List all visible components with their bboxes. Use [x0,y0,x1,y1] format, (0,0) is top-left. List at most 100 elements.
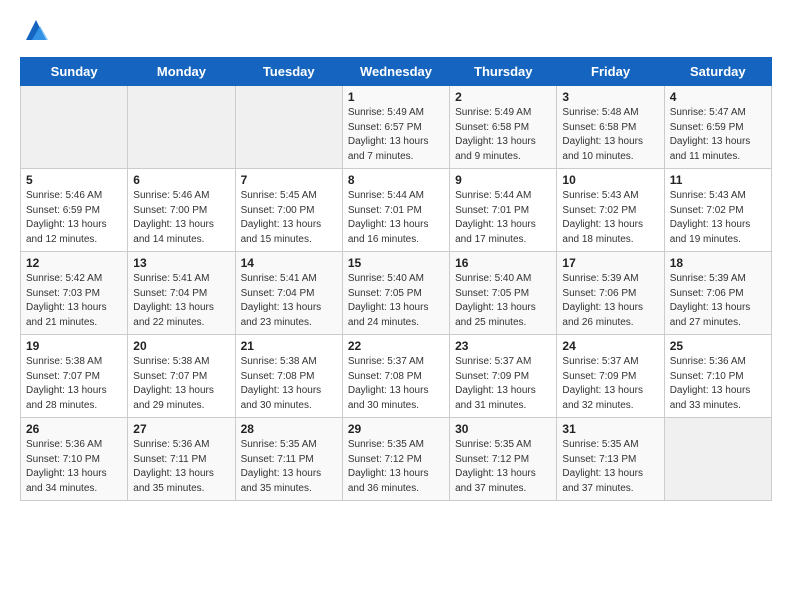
day-info: Sunrise: 5:47 AM Sunset: 6:59 PM Dayligh… [670,106,766,164]
logo-icon [22,16,50,44]
calendar-cell: 15 Sunrise: 5:40 AM Sunset: 7:05 PM Dayli… [342,252,449,335]
day-info: Sunrise: 5:37 AM Sunset: 7:09 PM Dayligh… [455,355,551,413]
calendar-cell: 11 Sunrise: 5:43 AM Sunset: 7:02 PM Dayli… [664,169,771,252]
calendar-cell: 5Sunrise: 5:46 AM Sunset: 6:59 PM Daylig… [21,169,128,252]
calendar-cell: 21 Sunrise: 5:38 AM Sunset: 7:08 PM Dayli… [235,335,342,418]
day-info: Sunrise: 5:49 AM Sunset: 6:58 PM Dayligh… [455,106,551,164]
calendar-cell: 30Sunrise: 5:35 AM Sunset: 7:12 PM Dayli… [450,418,557,501]
weekday-header-saturday: Saturday [664,58,771,86]
weekday-header-monday: Monday [128,58,235,86]
day-number: 25 [670,339,766,353]
day-info: Sunrise: 5:39 AM Sunset: 7:06 PM Dayligh… [670,272,766,330]
calendar-cell: 9Sunrise: 5:44 AM Sunset: 7:01 PM Daylig… [450,169,557,252]
day-info: Sunrise: 5:39 AM Sunset: 7:06 PM Dayligh… [562,272,658,330]
calendar-cell [664,418,771,501]
day-info: Sunrise: 5:44 AM Sunset: 7:01 PM Dayligh… [348,189,444,247]
calendar-cell: 4 Sunrise: 5:47 AM Sunset: 6:59 PM Daylig… [664,86,771,169]
day-number: 22 [348,339,444,353]
day-info: Sunrise: 5:38 AM Sunset: 7:07 PM Dayligh… [26,355,122,413]
day-number: 1 [348,90,444,104]
day-number: 13 [133,256,229,270]
day-info: Sunrise: 5:42 AM Sunset: 7:03 PM Dayligh… [26,272,122,330]
day-number: 19 [26,339,122,353]
calendar-cell [235,86,342,169]
day-info: Sunrise: 5:46 AM Sunset: 7:00 PM Dayligh… [133,189,229,247]
day-info: Sunrise: 5:41 AM Sunset: 7:04 PM Dayligh… [241,272,337,330]
day-info: Sunrise: 5:41 AM Sunset: 7:04 PM Dayligh… [133,272,229,330]
day-number: 15 [348,256,444,270]
day-info: Sunrise: 5:48 AM Sunset: 6:58 PM Dayligh… [562,106,658,164]
calendar-cell [128,86,235,169]
day-info: Sunrise: 5:49 AM Sunset: 6:57 PM Dayligh… [348,106,444,164]
day-number: 7 [241,173,337,187]
day-info: Sunrise: 5:38 AM Sunset: 7:08 PM Dayligh… [241,355,337,413]
calendar-cell: 1 Sunrise: 5:49 AM Sunset: 6:57 PM Daylig… [342,86,449,169]
calendar-cell: 18 Sunrise: 5:39 AM Sunset: 7:06 PM Dayli… [664,252,771,335]
weekday-header-tuesday: Tuesday [235,58,342,86]
calendar-cell: 12 Sunrise: 5:42 AM Sunset: 7:03 PM Dayli… [21,252,128,335]
day-number: 11 [670,173,766,187]
day-number: 18 [670,256,766,270]
header [20,16,772,49]
weekday-header-row: SundayMondayTuesdayWednesdayThursdayFrid… [21,58,772,86]
day-info: Sunrise: 5:36 AM Sunset: 7:10 PM Dayligh… [26,438,122,496]
day-info: Sunrise: 5:35 AM Sunset: 7:11 PM Dayligh… [241,438,337,496]
day-info: Sunrise: 5:43 AM Sunset: 7:02 PM Dayligh… [562,189,658,247]
day-info: Sunrise: 5:43 AM Sunset: 7:02 PM Dayligh… [670,189,766,247]
day-number: 21 [241,339,337,353]
logo [20,16,50,49]
calendar-cell: 19 Sunrise: 5:38 AM Sunset: 7:07 PM Dayli… [21,335,128,418]
day-number: 23 [455,339,551,353]
day-info: Sunrise: 5:46 AM Sunset: 6:59 PM Dayligh… [26,189,122,247]
calendar-cell: 24 Sunrise: 5:37 AM Sunset: 7:09 PM Dayli… [557,335,664,418]
calendar-cell: 17 Sunrise: 5:39 AM Sunset: 7:06 PM Dayli… [557,252,664,335]
day-info: Sunrise: 5:37 AM Sunset: 7:09 PM Dayligh… [562,355,658,413]
calendar-cell: 29Sunrise: 5:35 AM Sunset: 7:12 PM Dayli… [342,418,449,501]
day-info: Sunrise: 5:38 AM Sunset: 7:07 PM Dayligh… [133,355,229,413]
calendar-cell: 22 Sunrise: 5:37 AM Sunset: 7:08 PM Dayli… [342,335,449,418]
day-info: Sunrise: 5:36 AM Sunset: 7:10 PM Dayligh… [670,355,766,413]
calendar-cell: 10 Sunrise: 5:43 AM Sunset: 7:02 PM Dayli… [557,169,664,252]
day-number: 28 [241,422,337,436]
calendar-cell: 13 Sunrise: 5:41 AM Sunset: 7:04 PM Dayli… [128,252,235,335]
day-number: 27 [133,422,229,436]
weekday-header-thursday: Thursday [450,58,557,86]
day-info: Sunrise: 5:35 AM Sunset: 7:12 PM Dayligh… [455,438,551,496]
day-number: 31 [562,422,658,436]
day-info: Sunrise: 5:37 AM Sunset: 7:08 PM Dayligh… [348,355,444,413]
week-row-3: 12 Sunrise: 5:42 AM Sunset: 7:03 PM Dayli… [21,252,772,335]
day-number: 24 [562,339,658,353]
day-info: Sunrise: 5:40 AM Sunset: 7:05 PM Dayligh… [348,272,444,330]
weekday-header-wednesday: Wednesday [342,58,449,86]
calendar-cell: 28 Sunrise: 5:35 AM Sunset: 7:11 PM Dayli… [235,418,342,501]
day-number: 17 [562,256,658,270]
day-number: 12 [26,256,122,270]
calendar-cell: 25 Sunrise: 5:36 AM Sunset: 7:10 PM Dayli… [664,335,771,418]
day-number: 4 [670,90,766,104]
calendar-cell: 7Sunrise: 5:45 AM Sunset: 7:00 PM Daylig… [235,169,342,252]
week-row-5: 26 Sunrise: 5:36 AM Sunset: 7:10 PM Dayli… [21,418,772,501]
calendar-cell: 27 Sunrise: 5:36 AM Sunset: 7:11 PM Dayli… [128,418,235,501]
weekday-header-friday: Friday [557,58,664,86]
calendar-cell: 31Sunrise: 5:35 AM Sunset: 7:13 PM Dayli… [557,418,664,501]
week-row-2: 5Sunrise: 5:46 AM Sunset: 6:59 PM Daylig… [21,169,772,252]
day-info: Sunrise: 5:44 AM Sunset: 7:01 PM Dayligh… [455,189,551,247]
day-number: 2 [455,90,551,104]
calendar-cell: 16 Sunrise: 5:40 AM Sunset: 7:05 PM Dayli… [450,252,557,335]
day-info: Sunrise: 5:40 AM Sunset: 7:05 PM Dayligh… [455,272,551,330]
day-number: 10 [562,173,658,187]
day-number: 20 [133,339,229,353]
calendar-cell: 3 Sunrise: 5:48 AM Sunset: 6:58 PM Daylig… [557,86,664,169]
day-number: 3 [562,90,658,104]
calendar-cell: 8 Sunrise: 5:44 AM Sunset: 7:01 PM Daylig… [342,169,449,252]
week-row-4: 19 Sunrise: 5:38 AM Sunset: 7:07 PM Dayli… [21,335,772,418]
calendar-cell: 26 Sunrise: 5:36 AM Sunset: 7:10 PM Dayli… [21,418,128,501]
day-number: 29 [348,422,444,436]
day-info: Sunrise: 5:36 AM Sunset: 7:11 PM Dayligh… [133,438,229,496]
day-number: 26 [26,422,122,436]
calendar-cell: 2 Sunrise: 5:49 AM Sunset: 6:58 PM Daylig… [450,86,557,169]
day-number: 14 [241,256,337,270]
day-number: 16 [455,256,551,270]
week-row-1: 1 Sunrise: 5:49 AM Sunset: 6:57 PM Daylig… [21,86,772,169]
day-number: 8 [348,173,444,187]
